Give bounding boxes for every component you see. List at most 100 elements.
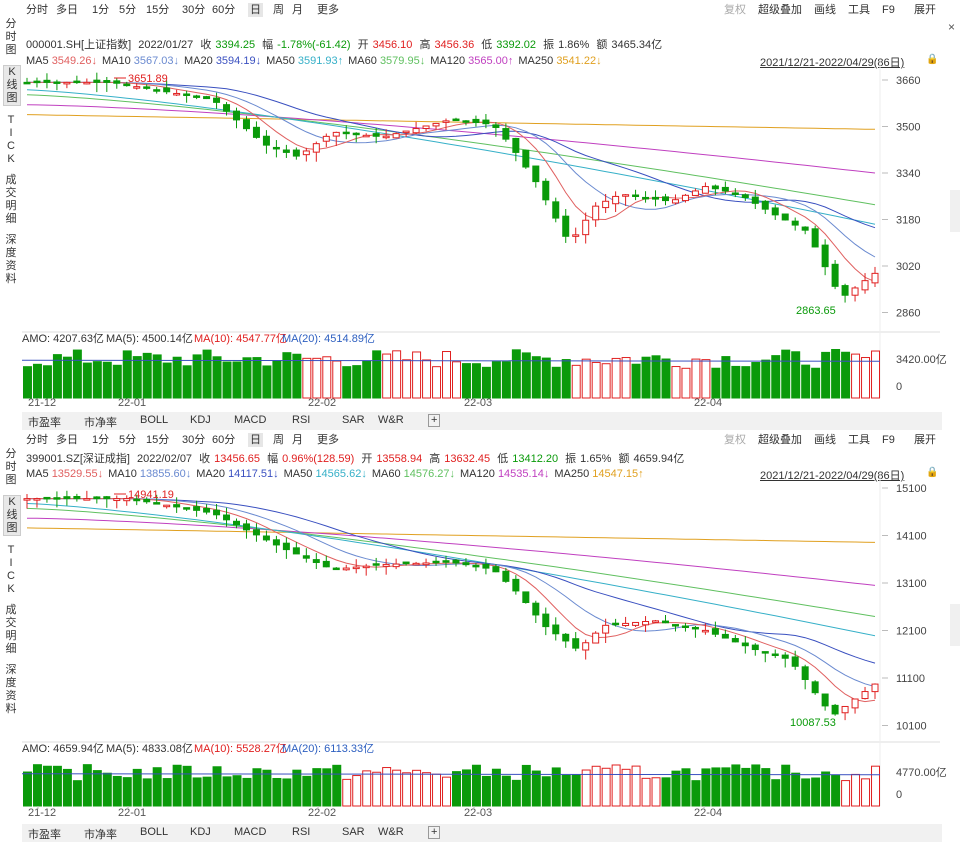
candle-body <box>63 496 71 500</box>
volume-bar <box>801 364 811 399</box>
y-tick-label: 15100 <box>896 483 927 495</box>
candle-body <box>492 124 500 128</box>
y-tick-label: 14100 <box>896 531 927 543</box>
x-tick-label: 22-01 <box>118 397 146 409</box>
volume-bar <box>412 769 422 807</box>
candle-body <box>761 651 769 654</box>
volume-bar <box>52 354 62 399</box>
candle-body <box>332 131 340 137</box>
amo-label-2: MA(10): 5528.27亿 <box>194 742 287 755</box>
volume-bar <box>282 352 292 399</box>
candle-body <box>342 567 350 571</box>
candle-body <box>662 196 669 202</box>
volume-bar <box>651 777 661 807</box>
volume-bar <box>561 359 571 399</box>
candle-body <box>562 633 570 642</box>
volume-bar <box>471 363 481 399</box>
volume-bar <box>461 769 471 807</box>
indicator-tab-3[interactable]: KDJ <box>190 826 211 838</box>
candle-body <box>302 555 310 559</box>
volume-bar <box>841 351 851 399</box>
candle-body <box>622 194 630 197</box>
volume-bar <box>621 357 631 399</box>
candle-body <box>781 213 789 221</box>
x-tick-label: 22-04 <box>694 807 722 819</box>
x-tick-label: 21-12 <box>28 397 56 409</box>
volume-bar <box>412 351 422 399</box>
candle-body <box>492 566 500 573</box>
indicator-tab-5[interactable]: RSI <box>292 826 310 838</box>
indicator-tab-8[interactable]: + <box>428 826 441 839</box>
candle-body <box>83 81 91 85</box>
right-scroll-handle[interactable] <box>950 604 960 646</box>
volume-bar <box>631 765 641 807</box>
indicator-tab-4[interactable]: MACD <box>234 826 266 838</box>
volume-bar <box>551 366 561 399</box>
volume-bar <box>721 767 731 807</box>
volume-bar <box>162 362 172 399</box>
amo-label-2: MA(10): 4547.77亿 <box>194 332 287 345</box>
volume-bar <box>432 773 442 807</box>
indicator-tab-6[interactable]: SAR <box>342 826 365 838</box>
candle-body <box>801 666 809 680</box>
volume-bar <box>272 360 282 399</box>
candle-body <box>223 514 231 521</box>
volume-bar <box>342 366 352 399</box>
candle-body <box>592 632 600 644</box>
volume-bar <box>232 775 242 807</box>
candle-body <box>831 263 839 287</box>
candle-body <box>133 86 141 89</box>
candle-body <box>242 523 250 531</box>
candle-body <box>372 563 380 566</box>
candle-body <box>183 93 191 96</box>
candle-body <box>252 529 260 536</box>
y-tick-label: 10100 <box>896 721 927 733</box>
candle-body <box>781 654 789 659</box>
volume-bar <box>32 363 42 399</box>
vol-tick-label: 4770.00亿 <box>896 766 947 779</box>
candle-body <box>791 220 799 226</box>
volume-bar <box>671 366 681 399</box>
candle-body <box>771 653 779 657</box>
indicator-tab-0[interactable]: 市盈率 <box>28 826 61 842</box>
volume-bar <box>871 350 880 399</box>
volume-bar <box>222 361 232 399</box>
candle-body <box>362 134 370 138</box>
y-tick-label: 3020 <box>896 261 920 273</box>
indicator-tab-2[interactable]: BOLL <box>140 826 168 838</box>
candle-body <box>871 272 879 284</box>
ma-line-2 <box>26 507 876 617</box>
volume-bar <box>212 766 222 807</box>
right-scroll-handle[interactable] <box>950 190 960 232</box>
volume-bar <box>52 765 62 807</box>
volume-bar <box>591 361 601 399</box>
candle-body <box>153 502 161 505</box>
volume-bar <box>32 764 42 807</box>
volume-bar <box>571 364 581 399</box>
vol-tick-label: 0 <box>896 789 902 801</box>
candle-body <box>622 622 630 627</box>
candle-body <box>472 118 480 124</box>
candle-body <box>741 194 749 199</box>
candle-body <box>662 620 669 624</box>
candle-body <box>582 642 590 651</box>
candle-body <box>352 566 360 570</box>
indicator-tab-7[interactable]: W&R <box>378 826 404 838</box>
candle-body <box>552 624 560 635</box>
volume-bar <box>402 359 412 399</box>
candle-body <box>173 504 181 508</box>
candle-body <box>512 578 520 592</box>
candle-body <box>851 287 859 296</box>
ma-line-5 <box>27 498 876 688</box>
amo-label-0: AMO: 4207.63亿 <box>22 332 104 345</box>
volume-bar <box>851 773 861 807</box>
candle-body <box>73 80 81 84</box>
indicator-tab-1[interactable]: 市净率 <box>84 826 117 842</box>
volume-bar <box>102 772 112 807</box>
candle-body <box>602 200 610 209</box>
volume-bar <box>741 767 751 807</box>
candle-body <box>821 244 829 268</box>
volume-bar <box>871 765 880 807</box>
candle-body <box>831 704 839 715</box>
candle-body <box>203 96 211 100</box>
